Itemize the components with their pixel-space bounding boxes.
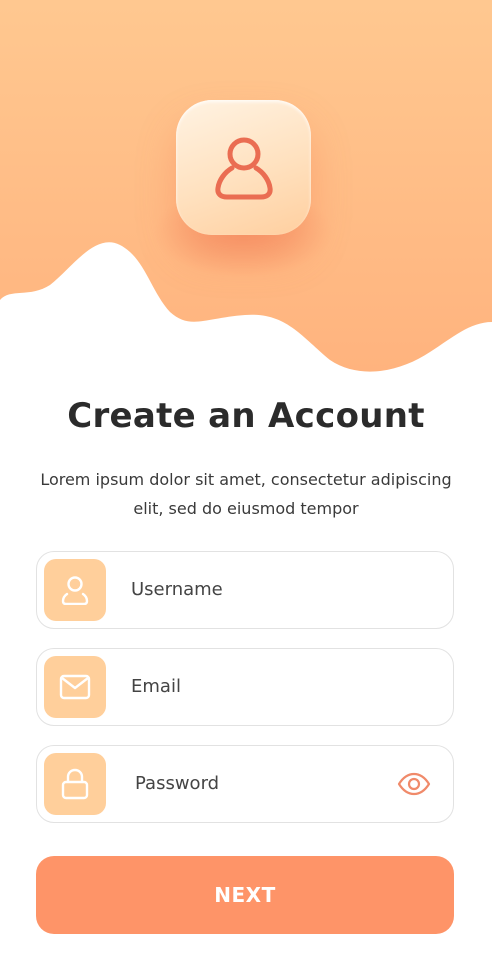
avatar-tile — [176, 100, 311, 235]
page-title: Create an Account — [67, 396, 425, 436]
username-input[interactable] — [131, 552, 391, 627]
next-button[interactable]: NEXT — [36, 856, 454, 934]
email-field[interactable] — [36, 648, 454, 726]
password-input[interactable] — [135, 746, 395, 821]
password-field[interactable] — [36, 745, 454, 823]
signup-screen: Create an Account Lorem ipsum dolor sit … — [0, 0, 492, 958]
show-password-toggle[interactable] — [397, 770, 431, 798]
user-icon — [61, 576, 89, 605]
user-icon — [214, 137, 273, 199]
password-icon-tile — [44, 753, 106, 815]
eye-icon — [397, 772, 431, 796]
email-input[interactable] — [131, 649, 391, 724]
lock-icon — [61, 768, 89, 800]
username-field[interactable] — [36, 551, 454, 629]
username-icon-tile — [44, 559, 106, 621]
page-subtitle: Lorem ipsum dolor sit amet, consectetur … — [40, 470, 452, 518]
email-icon-tile — [44, 656, 106, 718]
envelope-icon — [59, 674, 91, 700]
